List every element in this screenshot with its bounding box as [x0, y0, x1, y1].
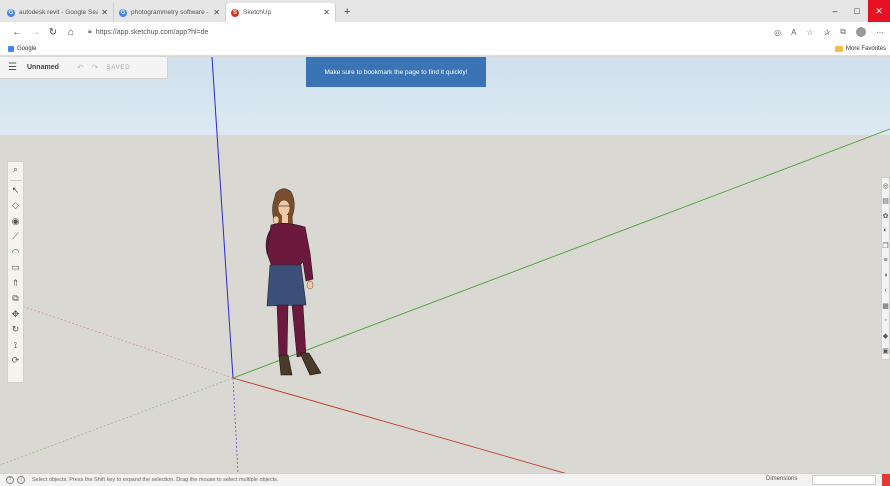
browser-actions: ◎ A ☆ ✰ ⧉ ⋯: [774, 22, 884, 42]
folder-icon: [834, 46, 843, 52]
components-icon[interactable]: ▤: [881, 193, 890, 208]
sketchup-favicon-icon: S: [231, 8, 239, 17]
green-axis-negative: [0, 377, 234, 466]
status-message: Select objects. Press the Shift key to e…: [32, 477, 279, 483]
tab-google-search-revit[interactable]: G autodesk revit - Google Search ✕: [2, 3, 114, 22]
line-icon[interactable]: ⟋: [8, 229, 24, 245]
maximize-button[interactable]: □: [846, 0, 868, 22]
favorites-bar: Google More Favorites: [0, 42, 890, 56]
rectangle-icon[interactable]: ▭: [8, 260, 24, 276]
display-icon[interactable]: ▣: [881, 343, 890, 358]
close-tab-icon[interactable]: ✕: [213, 8, 220, 17]
sketchup-viewport[interactable]: ☰ Unnamed ↶ ↷ SAVED Make sure to bookmar…: [0, 57, 890, 473]
forward-icon[interactable]: →: [26, 27, 44, 38]
close-tab-icon[interactable]: ✕: [101, 8, 108, 17]
move-icon[interactable]: ✥: [8, 307, 24, 323]
help-icon[interactable]: ?: [6, 476, 14, 484]
materials-icon[interactable]: ✿: [881, 208, 890, 223]
favorite-google[interactable]: Google: [8, 45, 37, 52]
window-controls: – □ ✕: [824, 0, 890, 22]
orbit-icon[interactable]: ⟳: [8, 353, 24, 369]
tab-title: SketchUp: [243, 9, 272, 16]
url-text: https://app.sketchup.com/app?hl=de: [95, 28, 209, 36]
status-bar: ? i Select objects. Press the Shift key …: [0, 473, 890, 486]
scenes-icon[interactable]: ❐: [881, 238, 890, 253]
outliner-icon[interactable]: ‹: [881, 283, 890, 298]
google-favicon-icon: G: [119, 8, 127, 17]
url-field[interactable]: 🔒︎ https://app.sketchup.com/app?hl=de: [88, 28, 208, 36]
divider: [9, 179, 22, 181]
more-favorites-label: More Favorites: [845, 46, 886, 52]
shadows-icon[interactable]: ◑: [881, 268, 890, 283]
search-icon[interactable]: ⌕: [8, 162, 24, 178]
entity-info-icon[interactable]: ◎: [881, 178, 890, 193]
read-aloud-icon[interactable]: A: [791, 28, 796, 37]
more-menu-icon[interactable]: ⋯: [876, 28, 884, 37]
red-axis-negative: [9, 301, 234, 379]
instructor-icon[interactable]: ◦: [881, 313, 890, 328]
instructor-toggle-icon[interactable]: i: [17, 476, 25, 484]
close-window-button[interactable]: ✕: [868, 0, 890, 22]
favorite-star-icon[interactable]: ☆: [806, 28, 813, 37]
collections-icon[interactable]: ⧉: [840, 27, 846, 37]
views-icon[interactable]: ▦: [881, 298, 890, 313]
model-scene[interactable]: [0, 57, 890, 473]
favorites-icon[interactable]: ✰: [824, 28, 831, 37]
tab-title: photogrammetry software - Go: [131, 9, 210, 16]
tab-sketchup[interactable]: S SketchUp ✕: [226, 3, 336, 22]
browser-tab-strip: G autodesk revit - Google Search ✕ G pho…: [0, 0, 890, 22]
arc-icon[interactable]: ◠: [8, 245, 24, 261]
right-panel-palette: ◎ ▤ ✿ ◐ ❐ ≡ ◑ ‹ ▦ ◦ ◆ ▣: [881, 177, 890, 360]
tab-title: autodesk revit - Google Search: [19, 9, 99, 16]
save-status: SAVED: [106, 64, 131, 71]
bookmark-banner[interactable]: Make sure to bookmark the page to find i…: [306, 57, 486, 87]
styles-icon[interactable]: ◐: [881, 223, 890, 238]
google-favicon-icon: G: [7, 8, 15, 17]
home-icon[interactable]: ⌂: [62, 27, 80, 38]
blue-axis-down: [232, 377, 239, 473]
hamburger-menu-icon[interactable]: ☰: [8, 62, 17, 73]
lock-icon: 🔒︎: [88, 28, 92, 35]
back-icon[interactable]: ←: [8, 27, 26, 38]
site-info-icon[interactable]: ◎: [774, 28, 781, 37]
close-tab-icon[interactable]: ✕: [323, 8, 330, 17]
left-tool-palette: ⌕ ↖ ◇ ◉ ⟋ ◠ ▭ ⇑ ⧉ ✥ ↻ ⟟ ⟳: [7, 161, 24, 383]
minimize-button[interactable]: –: [824, 0, 846, 22]
dimensions-input[interactable]: [812, 475, 876, 485]
3d-warehouse-icon[interactable]: ◆: [881, 328, 890, 343]
address-bar: ← → ↻ ⌂ 🔒︎ https://app.sketchup.com/app?…: [0, 22, 890, 42]
feedback-tab[interactable]: [882, 474, 890, 486]
green-axis: [232, 128, 890, 379]
banner-text: Make sure to bookmark the page to find i…: [324, 68, 468, 76]
redo-icon[interactable]: ↷: [92, 63, 99, 72]
model-name[interactable]: Unnamed: [27, 64, 59, 71]
scale-figure[interactable]: [265, 188, 322, 376]
offset-icon[interactable]: ⧉: [8, 291, 24, 307]
dimensions-label: Dimensions: [766, 476, 798, 482]
rotate-icon[interactable]: ↻: [8, 322, 24, 338]
red-axis: [232, 377, 566, 473]
tab-google-search-photogrammetry[interactable]: G photogrammetry software - Go ✕: [114, 3, 226, 22]
tape-measure-icon[interactable]: ⟟: [8, 338, 24, 354]
paint-bucket-icon[interactable]: ◉: [8, 214, 24, 230]
select-icon[interactable]: ↖: [8, 183, 24, 199]
profile-avatar[interactable]: [856, 27, 866, 37]
sketchup-header: ☰ Unnamed ↶ ↷ SAVED: [0, 57, 168, 79]
undo-icon[interactable]: ↶: [77, 63, 84, 72]
eraser-icon[interactable]: ◇: [8, 198, 24, 214]
more-favorites[interactable]: More Favorites: [834, 42, 886, 56]
push-pull-icon[interactable]: ⇑: [8, 276, 24, 292]
layers-icon[interactable]: ≡: [881, 253, 890, 268]
google-favicon-icon: [8, 45, 14, 52]
favorite-label: Google: [17, 45, 37, 52]
refresh-icon[interactable]: ↻: [44, 27, 62, 38]
new-tab-button[interactable]: +: [344, 3, 350, 22]
blue-axis-up: [211, 57, 234, 379]
